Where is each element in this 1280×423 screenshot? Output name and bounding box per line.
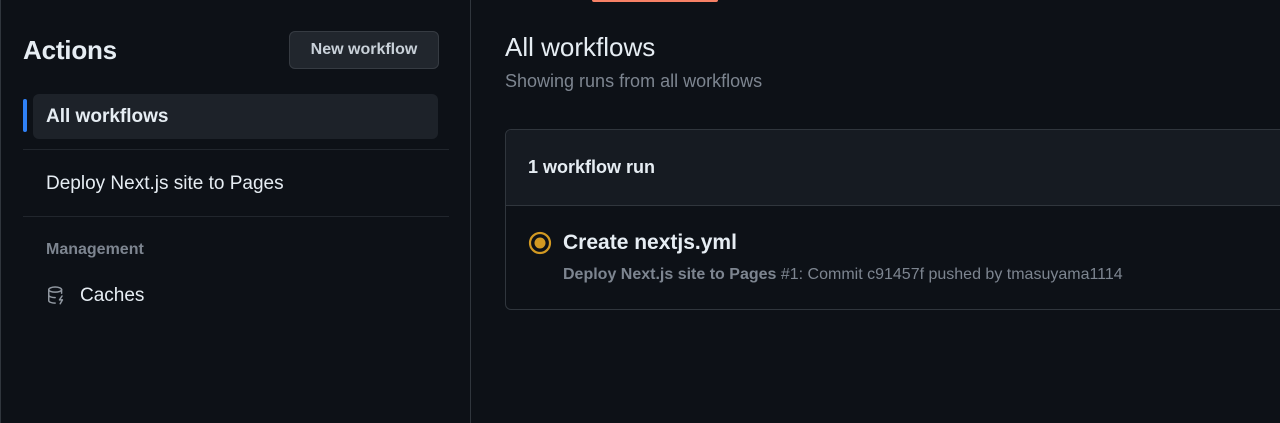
run-meta: Deploy Next.js site to Pages #1: Commit …	[563, 266, 1123, 284]
active-item-marker	[23, 99, 27, 132]
sidebar-item-deploy-nextjs[interactable]: Deploy Next.js site to Pages	[46, 173, 284, 195]
run-number: #1	[780, 266, 799, 283]
sidebar-divider	[23, 216, 449, 217]
github-actions-page: Actions New workflow All workflows Deplo…	[0, 0, 1280, 423]
management-heading: Management	[46, 241, 144, 258]
database-lightning-icon	[48, 286, 64, 305]
workflow-runs-main: All workflows Showing runs from all work…	[472, 0, 1280, 423]
status-in-progress-icon	[528, 231, 552, 255]
workflow-runs-list: 1 workflow run Create nextjs.yml Deploy …	[505, 129, 1280, 310]
runs-list-header: 1 workflow run	[506, 130, 1280, 206]
workflow-run-row[interactable]: Create nextjs.yml Deploy Next.js site to…	[506, 207, 1280, 309]
sidebar-item-all-workflows[interactable]: All workflows	[33, 94, 438, 139]
caches-label: Caches	[80, 285, 145, 306]
sidebar-divider	[23, 149, 449, 150]
runs-count: 1 workflow run	[528, 157, 656, 177]
run-workflow-name: Deploy Next.js site to Pages	[563, 266, 777, 283]
run-title-link[interactable]: Create nextjs.yml	[563, 231, 737, 255]
page-title: All workflows	[505, 32, 656, 62]
new-workflow-button[interactable]: New workflow	[289, 31, 439, 69]
actions-sidebar: Actions New workflow All workflows Deplo…	[1, 0, 471, 423]
run-details: : Commit c91457f pushed by tmasuyama1114	[798, 266, 1123, 283]
sidebar-title: Actions	[23, 35, 117, 65]
sidebar-item-label: All workflows	[46, 106, 169, 127]
page-subtitle: Showing runs from all workflows	[505, 71, 763, 91]
sidebar-header: Actions New workflow	[23, 30, 439, 70]
